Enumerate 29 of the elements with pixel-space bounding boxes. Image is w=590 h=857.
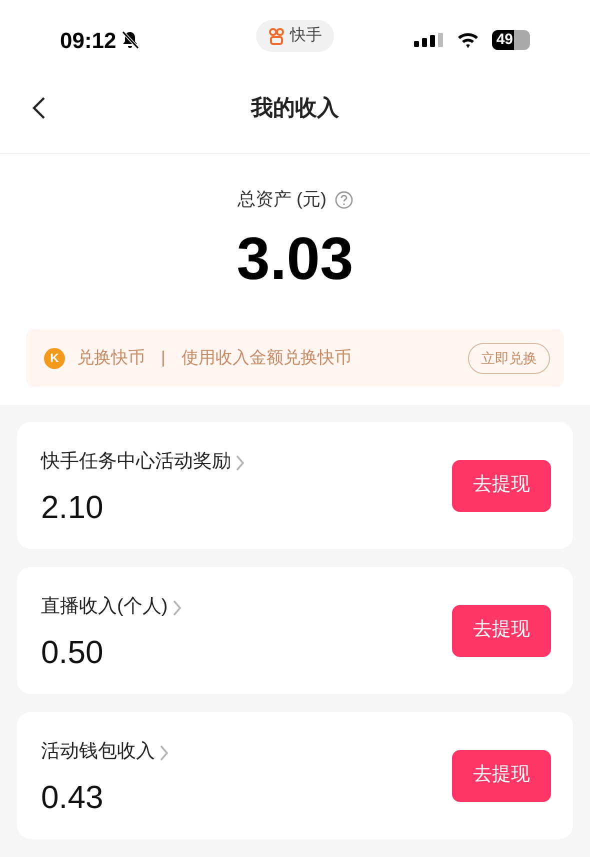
withdraw-button[interactable]: 去提现 — [452, 460, 551, 512]
back-icon[interactable] — [32, 96, 46, 120]
income-title[interactable]: 快手任务中心活动奖励 — [41, 448, 231, 477]
separator: | — [161, 347, 166, 370]
coin-icon: K — [44, 348, 65, 368]
withdraw-button[interactable]: 去提现 — [452, 604, 551, 656]
income-title[interactable]: 直播收入(个人) — [41, 593, 168, 622]
withdraw-button[interactable]: 去提现 — [452, 750, 551, 802]
chevron-right-icon — [235, 454, 245, 472]
exchange-description: 使用收入金额兑换快币 — [181, 347, 352, 370]
total-amount: 3.03 — [236, 229, 354, 289]
camera-logo-icon — [268, 27, 286, 45]
help-icon[interactable] — [334, 190, 352, 208]
income-amount: 2.10 — [41, 490, 104, 523]
app-pill-label: 快手 — [290, 26, 322, 46]
income-title[interactable]: 活动钱包收入 — [41, 738, 155, 767]
page-title: 我的收入 — [251, 94, 339, 122]
battery-icon: 49 — [492, 30, 530, 50]
income-amount: 0.50 — [41, 636, 104, 668]
total-label: 总资产 (元) — [238, 188, 326, 211]
exchange-title: 兑换快币 — [77, 347, 145, 370]
income-amount: 0.43 — [41, 780, 104, 813]
chevron-right-icon — [159, 744, 169, 762]
chevron-right-icon — [172, 598, 182, 616]
muted-bell-icon — [120, 30, 140, 50]
wifi-icon — [456, 31, 480, 49]
app-pill[interactable]: 快手 — [256, 20, 334, 52]
signal-icon — [414, 33, 444, 47]
status-time: 09:12 — [60, 26, 116, 54]
